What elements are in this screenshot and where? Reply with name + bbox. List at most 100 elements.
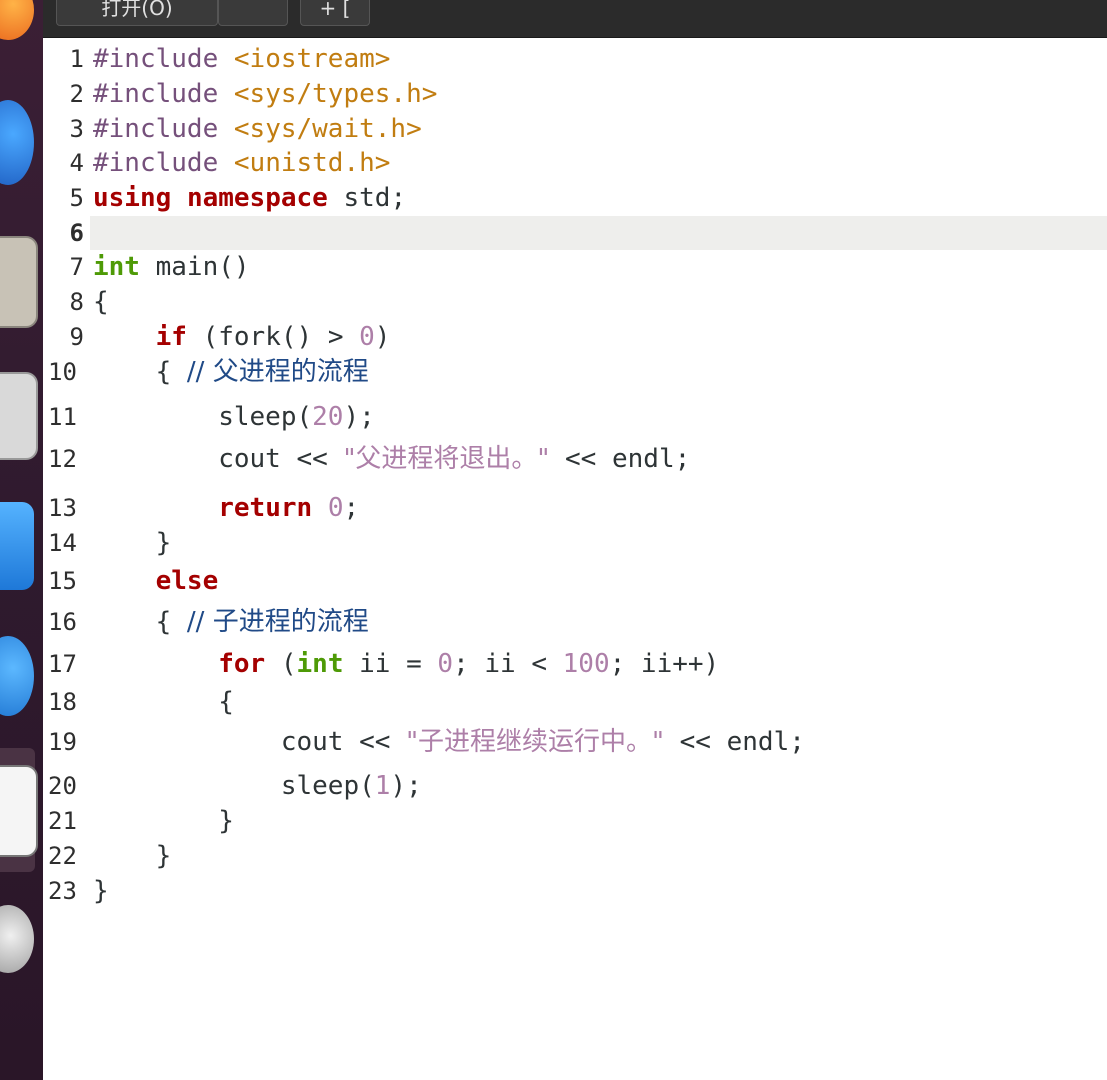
- code-token: ): [374, 322, 391, 352]
- code-line[interactable]: 10 { // 父进程的流程: [43, 355, 1107, 389]
- new-tab-label: + [: [319, 0, 351, 20]
- text-editor-icon[interactable]: [0, 765, 38, 857]
- include-path-token: <unistd.h>: [233, 148, 391, 178]
- code-line[interactable]: 4 #include <unistd.h>: [43, 146, 1107, 180]
- code-token: cout <<: [93, 727, 407, 757]
- app-icon[interactable]: [0, 0, 34, 40]
- line-number: 8: [69, 288, 84, 316]
- code-token: std;: [327, 183, 407, 213]
- preprocessor-token: #include: [93, 114, 234, 144]
- line-number: 12: [48, 445, 77, 473]
- line-number: 20: [48, 772, 77, 800]
- code-text: else: [93, 564, 219, 598]
- code-token: (: [265, 649, 297, 679]
- code-text: #include <sys/wait.h>: [93, 112, 422, 146]
- code-text: if (fork() > 0): [93, 320, 391, 354]
- include-path-token: <sys/wait.h>: [233, 114, 422, 144]
- line-number: 23: [48, 877, 77, 905]
- code-line[interactable]: 21 }: [43, 804, 1107, 838]
- store-icon[interactable]: [0, 502, 34, 590]
- number-token: 0: [327, 493, 344, 523]
- code-text: return 0;: [93, 491, 359, 525]
- code-line[interactable]: 23}: [43, 874, 1107, 908]
- code-line[interactable]: 12 cout << "父进程将退出。" << endl;: [43, 442, 1107, 476]
- line-number: 10: [48, 358, 77, 386]
- preprocessor-token: #include: [93, 79, 234, 109]
- files-icon[interactable]: [0, 236, 38, 328]
- code-line[interactable]: 14 }: [43, 526, 1107, 560]
- line-number: 7: [69, 253, 84, 281]
- code-line[interactable]: 2 #include <sys/types.h>: [43, 77, 1107, 111]
- keyword-token: if: [155, 322, 187, 352]
- code-text: }: [93, 839, 172, 873]
- type-token: int: [93, 252, 140, 282]
- code-text: { // 子进程的流程: [93, 605, 369, 639]
- code-line[interactable]: 8{: [43, 285, 1107, 319]
- line-number: 11: [48, 403, 77, 431]
- line-number: 15: [48, 567, 77, 595]
- line-number: 1: [69, 45, 84, 73]
- code-line[interactable]: 11 sleep(20);: [43, 400, 1107, 434]
- code-text: }: [93, 804, 234, 838]
- open-button-label: 打开(O): [101, 0, 173, 20]
- code-token: }: [93, 806, 234, 836]
- code-token: ii =: [343, 649, 438, 679]
- code-line[interactable]: 20 sleep(1);: [43, 769, 1107, 803]
- code-text: #include <iostream>: [93, 42, 390, 76]
- code-token: << endl;: [664, 727, 805, 757]
- preprocessor-token: #include: [93, 44, 234, 74]
- code-line[interactable]: 1 #include <iostream>: [43, 42, 1107, 76]
- code-token: << endl;: [549, 444, 691, 474]
- code-editor[interactable]: 1 #include <iostream> 2 #include <sys/types…: [43, 38, 1107, 1080]
- code-line[interactable]: 18 {: [43, 685, 1107, 719]
- code-text: sleep(20);: [93, 400, 375, 434]
- code-text: int main(): [93, 250, 250, 284]
- preprocessor-token: #include: [93, 148, 234, 178]
- line-number: 2: [69, 80, 84, 108]
- code-line[interactable]: 9 if (fork() > 0): [43, 320, 1107, 354]
- disk-icon[interactable]: [0, 372, 38, 460]
- code-line[interactable]: 22 }: [43, 839, 1107, 873]
- code-line[interactable]: 6: [70, 216, 1107, 250]
- code-line[interactable]: 16 { // 子进程的流程: [43, 605, 1107, 639]
- line-number: 16: [48, 608, 77, 636]
- trash-icon[interactable]: [0, 905, 34, 973]
- code-line[interactable]: 7 int main(): [43, 250, 1107, 284]
- code-line[interactable]: 19 cout << "子进程继续运行中。" << endl;: [43, 725, 1107, 759]
- code-token: {: [93, 357, 187, 387]
- include-path-token: <iostream>: [233, 44, 391, 74]
- code-line[interactable]: 17 for (int ii = 0; ii < 100; ii++): [43, 647, 1107, 681]
- number-token: 0: [437, 649, 454, 679]
- keyword-token: using: [93, 183, 172, 213]
- new-tab-button[interactable]: + [: [300, 0, 370, 26]
- code-token: main(): [139, 252, 250, 282]
- code-line[interactable]: 15 else: [43, 564, 1107, 598]
- code-text: cout << "父进程将退出。" << endl;: [93, 442, 690, 476]
- code-text: }: [93, 874, 109, 908]
- open-dropdown-button[interactable]: [218, 0, 288, 26]
- string-token: "子进程继续运行中。": [406, 727, 664, 757]
- comment-token: // 父进程的流程: [186, 357, 369, 387]
- line-number: 22: [48, 842, 77, 870]
- number-token: 0: [359, 322, 375, 352]
- firefox-icon[interactable]: [0, 100, 34, 185]
- keyword-token: return: [218, 493, 313, 523]
- code-token: (fork() >: [186, 322, 360, 352]
- help-icon[interactable]: [0, 636, 34, 716]
- code-line[interactable]: 5 using namespace std;: [43, 181, 1107, 215]
- number-token: 20: [312, 402, 344, 432]
- code-token: {: [93, 687, 234, 717]
- line-number: 19: [48, 728, 77, 756]
- code-line[interactable]: 13 return 0;: [43, 491, 1107, 525]
- code-text: {: [93, 285, 109, 319]
- string-token: "父进程将退出。": [343, 444, 550, 474]
- open-button[interactable]: 打开(O): [56, 0, 218, 26]
- code-line[interactable]: 3 #include <sys/wait.h>: [43, 112, 1107, 146]
- line-number: 18: [48, 688, 77, 716]
- code-text: #include <unistd.h>: [93, 146, 390, 180]
- line-number: 9: [69, 323, 84, 351]
- line-number: 4: [69, 149, 84, 177]
